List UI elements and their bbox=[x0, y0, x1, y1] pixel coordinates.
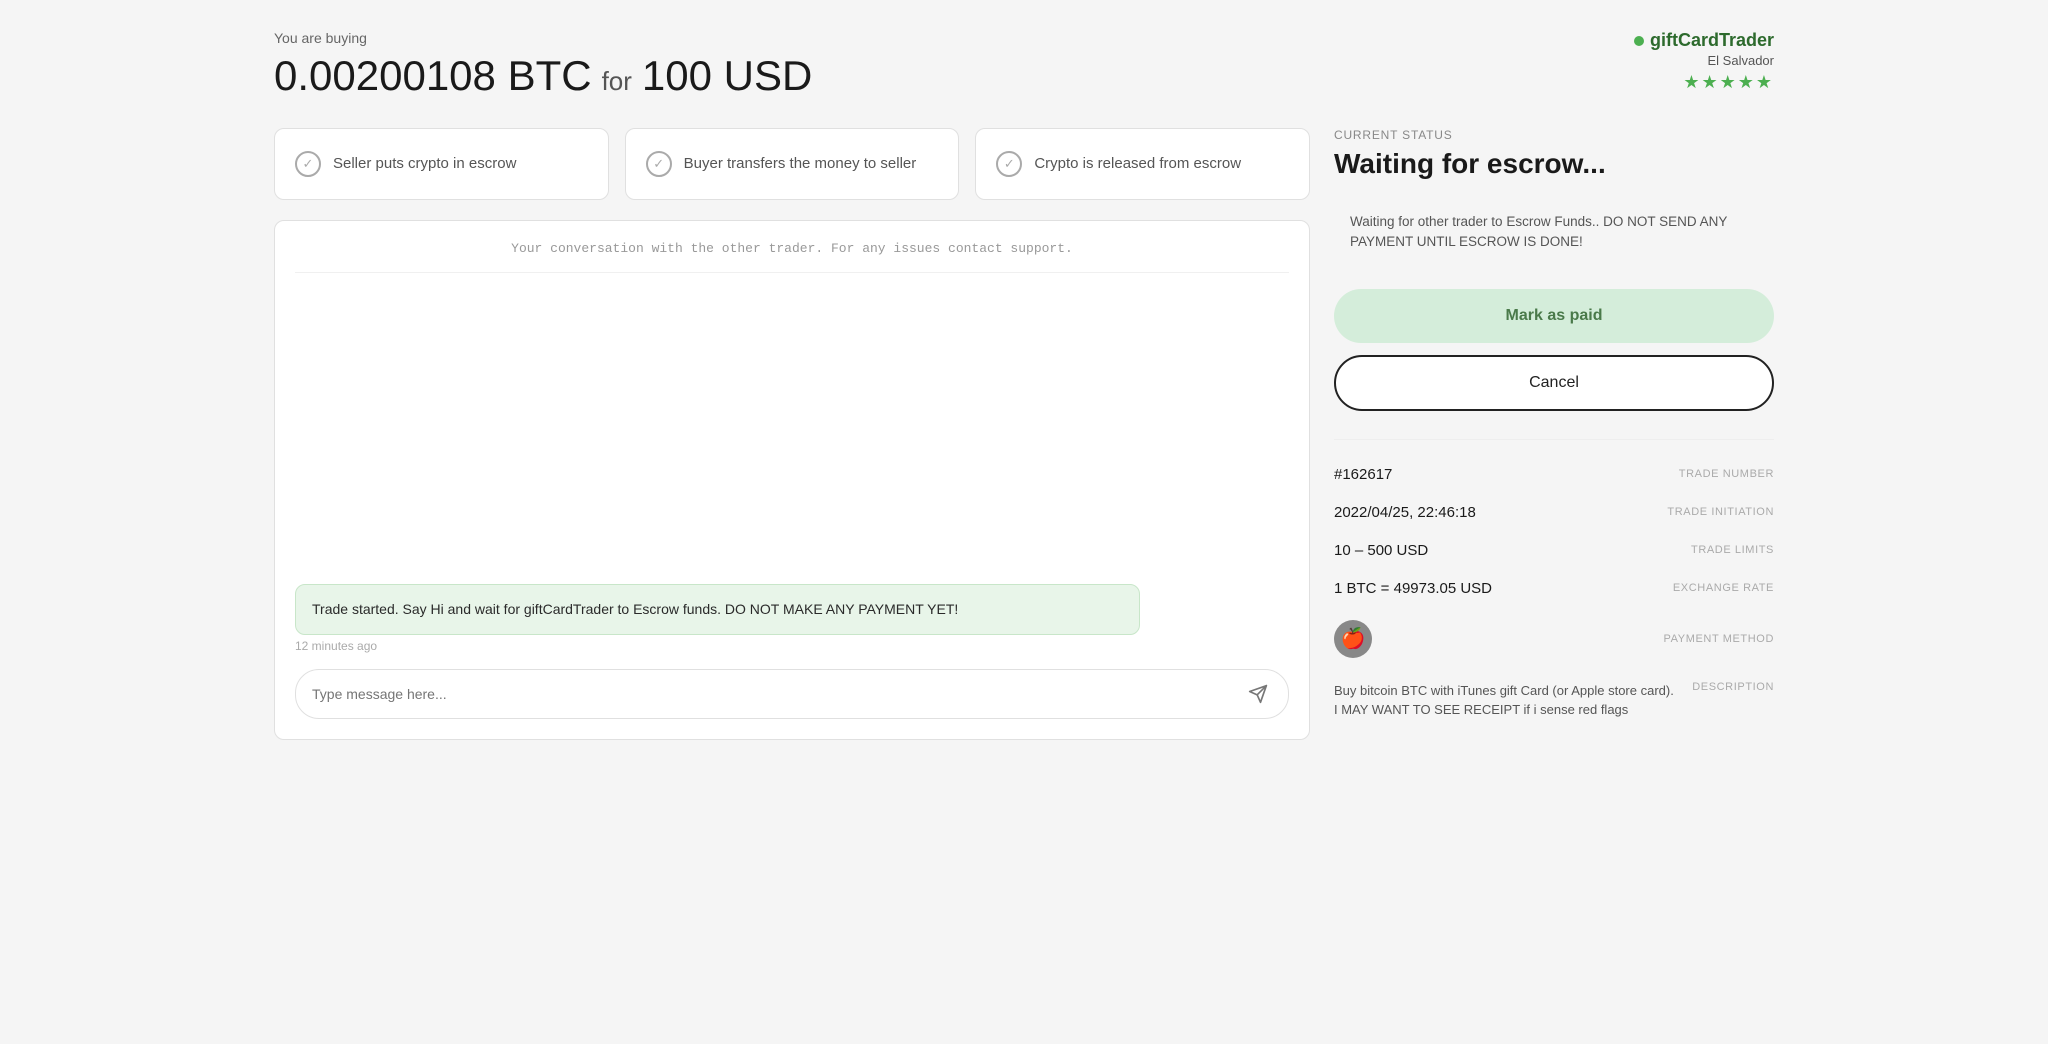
exchange-rate-value: 1 BTC = 49973.05 USD bbox=[1334, 580, 1492, 597]
step-card-2: ✓ Buyer transfers the money to seller bbox=[625, 128, 960, 200]
main-layout: ✓ Seller puts crypto in escrow ✓ Buyer t… bbox=[274, 128, 1774, 740]
fiat-amount: 100 USD bbox=[642, 52, 812, 100]
crypto-amount: 0.00200108 BTC bbox=[274, 52, 592, 100]
step-card-3: ✓ Crypto is released from escrow bbox=[975, 128, 1310, 200]
step-label-2: Buyer transfers the money to seller bbox=[684, 154, 917, 174]
trade-amount: 0.00200108 BTC for 100 USD bbox=[274, 52, 812, 100]
description-block: Buy bitcoin BTC with iTunes gift Card (o… bbox=[1334, 671, 1774, 720]
waiting-status-title: Waiting for escrow... bbox=[1334, 148, 1774, 180]
step-card-1: ✓ Seller puts crypto in escrow bbox=[274, 128, 609, 200]
chat-bubble-wrapper: Trade started. Say Hi and wait for giftC… bbox=[295, 584, 1289, 653]
apple-symbol: 🍎 bbox=[1341, 626, 1366, 651]
steps-row: ✓ Seller puts crypto in escrow ✓ Buyer t… bbox=[274, 128, 1310, 200]
header: You are buying 0.00200108 BTC for 100 US… bbox=[274, 30, 1774, 100]
exchange-rate-row: 1 BTC = 49973.05 USD EXCHANGE RATE bbox=[1334, 570, 1774, 608]
brand-name: giftCardTrader bbox=[1634, 30, 1774, 51]
you-are-buying-label: You are buying bbox=[274, 30, 812, 46]
page-wrapper: You are buying 0.00200108 BTC for 100 US… bbox=[274, 30, 1774, 740]
step-label-3: Crypto is released from escrow bbox=[1034, 154, 1241, 174]
payment-method-label: PAYMENT METHOD bbox=[1664, 633, 1774, 645]
trade-initiation-row: 2022/04/25, 22:46:18 TRADE INITIATION bbox=[1334, 494, 1774, 532]
stars: ★★★★★ bbox=[1634, 72, 1774, 93]
escrow-warning: Waiting for other trader to Escrow Funds… bbox=[1334, 196, 1774, 269]
chat-time: 12 minutes ago bbox=[295, 639, 1289, 653]
brand-dot bbox=[1634, 36, 1644, 46]
mark-paid-button[interactable]: Mark as paid bbox=[1334, 289, 1774, 343]
step-check-1: ✓ bbox=[295, 151, 321, 177]
trade-initiation-value: 2022/04/25, 22:46:18 bbox=[1334, 504, 1476, 521]
cancel-button[interactable]: Cancel bbox=[1334, 355, 1774, 411]
trade-number-value: #162617 bbox=[1334, 466, 1392, 483]
step-check-3: ✓ bbox=[996, 151, 1022, 177]
step-label-1: Seller puts crypto in escrow bbox=[333, 154, 516, 174]
trade-initiation-label: TRADE INITIATION bbox=[1667, 506, 1774, 518]
chat-input[interactable] bbox=[312, 686, 1244, 702]
for-word: for bbox=[602, 66, 632, 97]
payment-method-row: 🍎 PAYMENT METHOD bbox=[1334, 608, 1774, 671]
location: El Salvador bbox=[1634, 53, 1774, 68]
current-status-label: CURRENT STATUS bbox=[1334, 128, 1774, 142]
header-right: giftCardTrader El Salvador ★★★★★ bbox=[1634, 30, 1774, 93]
trade-number-label: TRADE NUMBER bbox=[1679, 468, 1774, 480]
chat-header-text: Your conversation with the other trader.… bbox=[295, 241, 1289, 273]
description-label: DESCRIPTION bbox=[1692, 681, 1774, 693]
apple-icon: 🍎 bbox=[1334, 620, 1372, 658]
header-left: You are buying 0.00200108 BTC for 100 US… bbox=[274, 30, 812, 100]
exchange-rate-label: EXCHANGE RATE bbox=[1673, 582, 1774, 594]
right-panel: CURRENT STATUS Waiting for escrow... Wai… bbox=[1334, 128, 1774, 740]
description-text: Buy bitcoin BTC with iTunes gift Card (o… bbox=[1334, 681, 1680, 720]
left-column: ✓ Seller puts crypto in escrow ✓ Buyer t… bbox=[274, 128, 1310, 740]
trade-info: #162617 TRADE NUMBER 2022/04/25, 22:46:1… bbox=[1334, 439, 1774, 720]
trade-limits-value: 10 – 500 USD bbox=[1334, 542, 1428, 559]
trade-number-row: #162617 TRADE NUMBER bbox=[1334, 456, 1774, 494]
chat-bubble: Trade started. Say Hi and wait for giftC… bbox=[295, 584, 1140, 635]
trade-limits-label: TRADE LIMITS bbox=[1691, 544, 1774, 556]
trade-limits-row: 10 – 500 USD TRADE LIMITS bbox=[1334, 532, 1774, 570]
step-check-2: ✓ bbox=[646, 151, 672, 177]
chat-container: Your conversation with the other trader.… bbox=[274, 220, 1310, 740]
send-button[interactable] bbox=[1244, 680, 1272, 708]
chat-input-row[interactable] bbox=[295, 669, 1289, 719]
chat-messages: Trade started. Say Hi and wait for giftC… bbox=[295, 289, 1289, 653]
